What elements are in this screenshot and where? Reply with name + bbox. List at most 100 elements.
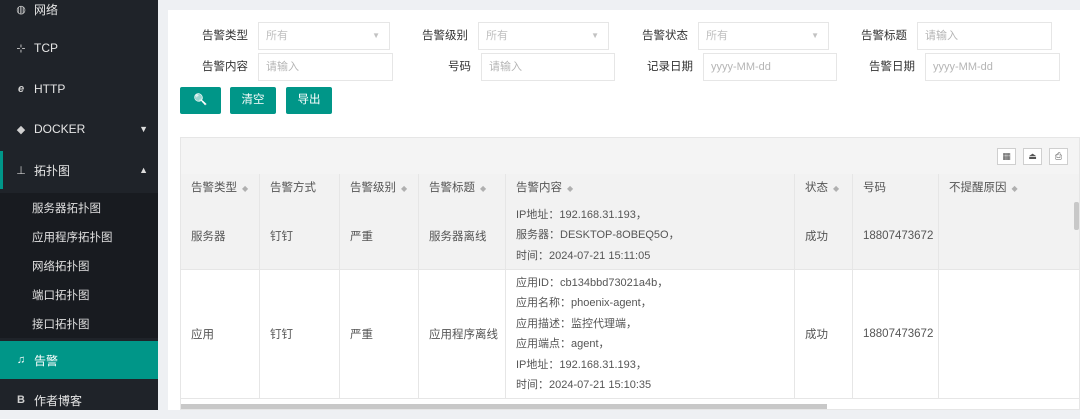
sidebar-item-label: 网络 <box>34 2 59 17</box>
column-header[interactable]: 状态 ◆ <box>795 174 853 202</box>
chevron-down-icon: ▼ <box>139 124 148 134</box>
alert-type-label: 告警类型 <box>202 30 248 42</box>
table-header: 告警类型 ◆ 告警方式 告警级别 ◆ 告警标题 ◆ 告警内容 ◆ 状态 ◆ 号码 不提醒原… <box>181 174 1079 203</box>
search-button[interactable]: 🔍 <box>180 87 221 114</box>
export-icon[interactable]: ⏏ <box>1023 148 1042 165</box>
docker-icon: ◆ <box>16 123 26 136</box>
globe-icon: ◍ <box>16 3 26 16</box>
content-line: 应用描述：监控代理端， <box>516 317 637 330</box>
network-icon: ⊹ <box>16 42 26 55</box>
alert-title-input[interactable]: 请输入 <box>917 22 1052 50</box>
content-line: 应用端点：agent， <box>516 338 610 350</box>
column-header[interactable]: 号码 <box>853 174 939 202</box>
alert-level-select[interactable]: 所有 ▼ <box>478 22 609 50</box>
table-row[interactable]: 应用 钉钉 严重 应用程序离线 应用ID：cb134bbd73021a4b， 应… <box>181 270 1079 399</box>
sort-icon: ◆ <box>480 184 487 193</box>
sidebar-item-label: TCP <box>34 41 58 55</box>
columns-filter-icon[interactable]: ▦ <box>997 148 1016 165</box>
cell-method: 钉钉 <box>260 270 340 398</box>
cell-number: 18807473672 <box>853 202 939 269</box>
bell-icon: ♫ <box>16 354 26 366</box>
sidebar-item-network[interactable]: ◍ 网络 <box>0 0 158 28</box>
sidebar: ◍ 网络 ⊹ TCP e HTTP ◆ DOCKER ▼ ⊥ 拓扑图 ▲ 服务器… <box>0 0 158 410</box>
sidebar-item-blog[interactable]: B 作者博客 <box>0 381 158 419</box>
sidebar-item-label: 拓扑图 <box>34 163 71 178</box>
cell-status: 成功 <box>795 270 853 398</box>
column-header[interactable]: 告警标题 ◆ <box>419 174 506 202</box>
content-line: 应用ID：cb134bbd73021a4b， <box>516 276 669 289</box>
sidebar-item-label: 告警 <box>34 353 59 368</box>
alert-type-value: 所有 <box>266 30 288 42</box>
alert-status-value: 所有 <box>706 30 728 42</box>
vertical-scrollbar[interactable] <box>1074 202 1079 230</box>
cell-reason <box>939 270 1079 398</box>
sidebar-subitem-app-topology[interactable]: 应用程序拓扑图 <box>0 222 158 251</box>
blog-icon: B <box>17 394 25 406</box>
alert-content-label: 告警内容 <box>202 61 248 73</box>
cell-number: 18807473672 <box>853 270 939 398</box>
number-label: 号码 <box>448 61 471 73</box>
record-date-input[interactable]: yyyy-MM-dd <box>703 53 837 81</box>
sort-icon: ◆ <box>242 184 249 193</box>
main-panel: 告警类型 所有 ▼ 告警级别 所有 ▼ 告警状态 所有 ▼ 告警标题 请输入 告… <box>168 10 1080 410</box>
number-input[interactable]: 请输入 <box>481 53 615 81</box>
http-icon: e <box>17 83 25 95</box>
cell-level: 严重 <box>340 270 419 398</box>
cell-title: 应用程序离线 <box>419 270 506 398</box>
horizontal-scrollbar[interactable] <box>181 404 827 409</box>
cell-method: 钉钉 <box>260 202 340 269</box>
cell-title: 服务器离线 <box>419 202 506 269</box>
alert-level-value: 所有 <box>486 30 508 42</box>
sitemap-icon: ⊥ <box>16 164 26 177</box>
clear-button[interactable]: 清空 <box>230 87 276 114</box>
column-header[interactable]: 告警类型 ◆ <box>181 174 260 202</box>
content-line: IP地址：192.168.31.193， <box>516 208 647 221</box>
cell-reason <box>939 202 1079 269</box>
chevron-down-icon: ▼ <box>591 31 599 40</box>
cell-content: 应用ID：cb134bbd73021a4b， 应用名称：phoenix-agen… <box>506 270 795 398</box>
table-toolbar: ▦ ⏏ ⎙ <box>181 138 1079 175</box>
content-line: 时间：2024-07-21 15:10:35 <box>516 379 652 391</box>
chevron-up-icon: ▲ <box>139 165 148 175</box>
sidebar-item-docker[interactable]: ◆ DOCKER ▼ <box>0 110 158 148</box>
column-header[interactable]: 不提醒原因 ◆ <box>939 174 1079 202</box>
alert-date-label: 告警日期 <box>869 61 915 73</box>
sidebar-subitem-port-topology[interactable]: 端口拓扑图 <box>0 280 158 309</box>
alert-status-select[interactable]: 所有 ▼ <box>698 22 829 50</box>
content-line: 服务器：DESKTOP-8OBEQ5O， <box>516 229 680 242</box>
alert-level-label: 告警级别 <box>422 30 468 42</box>
sidebar-item-http[interactable]: e HTTP <box>0 70 158 108</box>
sort-icon: ◆ <box>401 184 408 193</box>
alert-status-label: 告警状态 <box>642 30 688 42</box>
column-header[interactable]: 告警内容 ◆ <box>506 174 795 202</box>
sidebar-subitem-server-topology[interactable]: 服务器拓扑图 <box>0 193 158 222</box>
content-line: 时间：2024-07-21 15:11:05 <box>516 249 651 262</box>
content-line: 应用名称：phoenix-agent， <box>516 297 652 309</box>
sidebar-item-topology[interactable]: ⊥ 拓扑图 ▲ <box>0 151 158 189</box>
table-row[interactable]: 服务器 钉钉 严重 服务器离线 IP地址：192.168.31.193， 服务器… <box>181 202 1079 270</box>
export-button[interactable]: 导出 <box>286 87 332 114</box>
sidebar-subitem-network-topology[interactable]: 网络拓扑图 <box>0 251 158 280</box>
sort-icon: ◆ <box>833 184 840 193</box>
cell-type: 应用 <box>181 270 260 398</box>
alert-type-select[interactable]: 所有 ▼ <box>258 22 390 50</box>
print-icon[interactable]: ⎙ <box>1049 148 1068 165</box>
cell-content: IP地址：192.168.31.193， 服务器：DESKTOP-8OBEQ5O… <box>506 202 795 269</box>
sidebar-subitem-interface-topology[interactable]: 接口拓扑图 <box>0 309 158 338</box>
sort-icon: ◆ <box>567 184 574 193</box>
record-date-label: 记录日期 <box>647 61 693 73</box>
alert-date-input[interactable]: yyyy-MM-dd <box>925 53 1060 81</box>
chevron-down-icon: ▼ <box>372 31 380 40</box>
sidebar-item-label: DOCKER <box>34 122 86 136</box>
column-header[interactable]: 告警方式 <box>260 174 340 202</box>
alert-table: ▦ ⏏ ⎙ 告警类型 ◆ 告警方式 告警级别 ◆ 告警标题 ◆ 告警内容 ◆ 状态 ◆ 号… <box>180 137 1080 410</box>
cell-level: 严重 <box>340 202 419 269</box>
alert-content-input[interactable]: 请输入 <box>258 53 393 81</box>
sidebar-item-alert[interactable]: ♫ 告警 <box>0 341 158 379</box>
sidebar-item-tcp[interactable]: ⊹ TCP <box>0 29 158 67</box>
sidebar-item-label: 作者博客 <box>34 393 83 408</box>
alert-title-label: 告警标题 <box>861 30 907 42</box>
column-header[interactable]: 告警级别 ◆ <box>340 174 419 202</box>
sort-icon: ◆ <box>1011 184 1018 193</box>
cell-type: 服务器 <box>181 202 260 269</box>
